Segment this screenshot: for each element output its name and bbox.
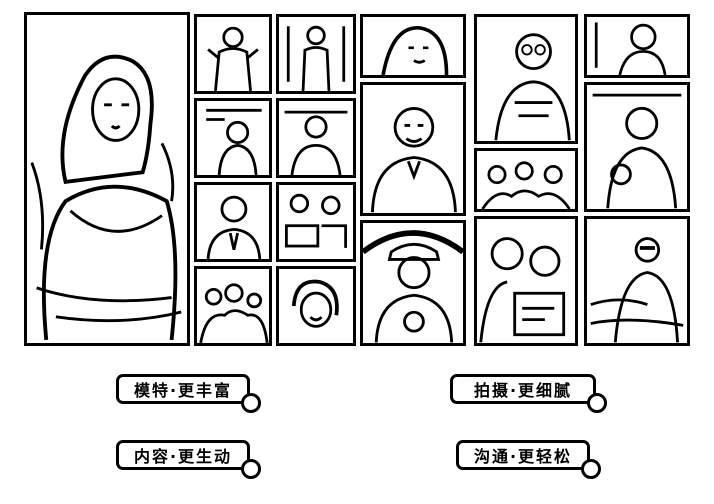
man-suit-photo — [194, 182, 272, 262]
tag-label: 模特·更丰富 — [133, 381, 233, 400]
tag-label: 拍摄·更细腻 — [473, 381, 573, 400]
speech-tail-icon — [241, 459, 261, 479]
tag-label: 沟通·更轻松 — [473, 447, 573, 466]
person-portrait-icon — [27, 18, 187, 341]
tag-content-vivid: 内容·更生动 — [116, 440, 261, 479]
woman-smiling-photo — [276, 182, 356, 262]
tag-label: 内容·更生动 — [133, 447, 233, 466]
family-group-photo — [194, 266, 272, 346]
man-tan-top-photo — [194, 14, 272, 94]
woman-large-photo — [24, 12, 190, 346]
woman-dark-hair-photo — [276, 266, 356, 346]
man-beach-photo — [584, 216, 690, 346]
woman-top-center-photo — [360, 14, 466, 78]
man-polo-photo — [360, 82, 466, 216]
man-standing-photo — [276, 14, 356, 94]
tag-models-richer: 模特·更丰富 — [116, 374, 261, 413]
group-handshake-photo — [276, 98, 356, 178]
photo-collage — [24, 12, 692, 348]
couple-reading-photo — [474, 216, 578, 346]
speech-tail-icon — [581, 459, 601, 479]
tag-shooting-finer: 拍摄·更细腻 — [450, 374, 607, 413]
children-group-photo — [474, 148, 578, 212]
woman-cafe-photo — [194, 98, 272, 178]
woman-sports-photo — [584, 14, 690, 78]
man-cap-logo-photo — [360, 220, 466, 346]
speech-tail-icon — [241, 393, 261, 413]
woman-glasses-photo — [474, 14, 578, 144]
tag-communication-easier: 沟通·更轻松 — [456, 440, 601, 479]
speech-tail-icon — [587, 393, 607, 413]
woman-gym-photo — [584, 82, 690, 212]
